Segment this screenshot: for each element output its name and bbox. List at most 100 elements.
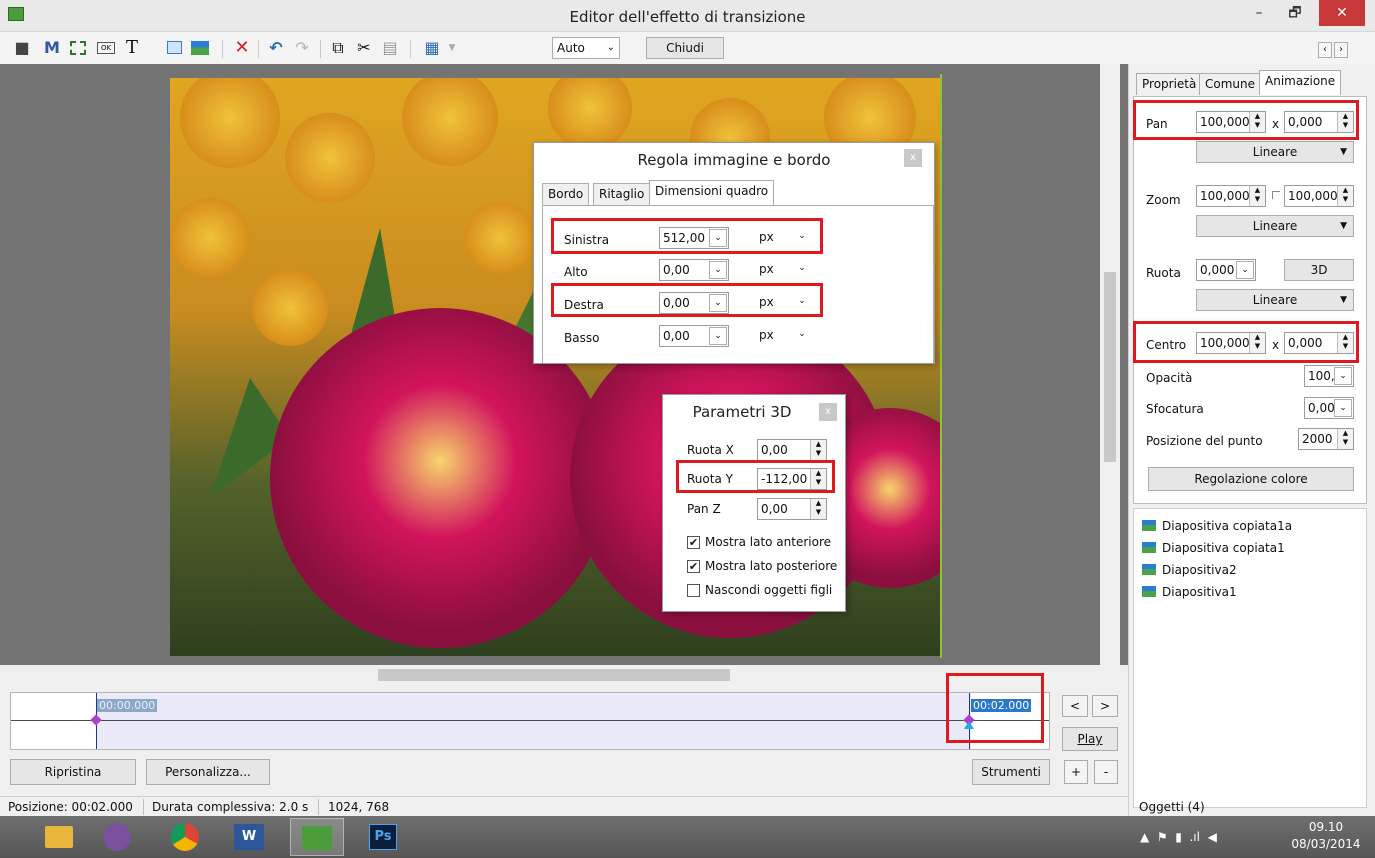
zoom-in-button[interactable]: + (1064, 760, 1088, 784)
top-input[interactable]: 0,00 ⌄ (659, 259, 729, 281)
bottom-unit-select[interactable]: px ⌄ (756, 325, 812, 347)
redo-icon[interactable]: ↷ (292, 38, 312, 58)
pan-interp-select[interactable]: Lineare ▼ (1196, 141, 1354, 163)
bottom-input[interactable]: 0,00 ⌄ (659, 325, 729, 347)
list-item[interactable]: Diapositiva2 (1142, 563, 1237, 577)
spin-icon[interactable]: ▲ ▼ (1337, 186, 1353, 206)
viber-icon[interactable] (90, 818, 144, 856)
scroll-thumb[interactable] (1104, 272, 1116, 462)
photoshop-icon[interactable]: Ps (356, 818, 410, 856)
pte-app-icon[interactable] (290, 818, 344, 856)
tab-proprieta[interactable]: Proprietà (1136, 73, 1203, 95)
chevron-down-icon[interactable]: ⌄ (709, 261, 727, 279)
chevron-down-icon[interactable]: ⌄ (709, 327, 727, 345)
list-item[interactable]: Diapositiva copiata1a (1142, 519, 1292, 533)
timeline[interactable]: 00:00.000 00:02.000 (10, 692, 1050, 750)
tab-animazione[interactable]: Animazione (1259, 70, 1342, 95)
reset-button[interactable]: Ripristina (10, 759, 136, 785)
show-front-label: Mostra lato anteriore (705, 535, 832, 549)
window-title: Editor dell'effetto di transizione (569, 8, 806, 26)
minimize-button[interactable]: – (1241, 0, 1277, 26)
undo-icon[interactable]: ↶ (266, 38, 286, 58)
camera-icon[interactable]: ■ (12, 38, 32, 58)
word-icon[interactable]: W (222, 818, 276, 856)
rotate-x-input[interactable]: 0,00 ▲ ▼ (757, 439, 827, 461)
spin-icon[interactable]: ▲ ▼ (1337, 429, 1353, 449)
toolbar-separator (258, 40, 259, 58)
color-adjust-button[interactable]: Regolazione colore (1148, 467, 1354, 491)
chevron-down-icon[interactable]: ⌄ (1334, 367, 1352, 385)
highlight-box (1133, 321, 1359, 363)
opacity-input[interactable]: 100,0 ⌄ (1304, 365, 1354, 387)
chevron-down-icon[interactable]: ⌄ (1236, 261, 1254, 279)
rectangle-icon[interactable] (164, 38, 184, 58)
point-position-input[interactable]: 2000 ▲ ▼ (1298, 428, 1354, 450)
tab-bordo[interactable]: Bordo (542, 183, 590, 205)
dialog-close-button[interactable]: x (904, 149, 922, 167)
dialog-close-button[interactable]: x (819, 403, 837, 421)
next-button[interactable]: > (1092, 695, 1118, 717)
chevron-down-icon[interactable]: ⌄ (1334, 399, 1352, 417)
blur-input[interactable]: 0,00 ⌄ (1304, 397, 1354, 419)
frame-icon[interactable] (68, 38, 88, 58)
chevron-down-icon[interactable]: ⌄ (793, 260, 811, 278)
tab-dimensioni-quadro[interactable]: Dimensioni quadro (649, 180, 775, 205)
tools-button[interactable]: Strumenti (972, 759, 1050, 785)
close-button[interactable]: Chiudi (646, 37, 724, 59)
zoom-y-input[interactable]: 100,000 ▲ ▼ (1284, 185, 1354, 207)
chevron-down-icon[interactable]: ⌄ (793, 326, 811, 344)
nav-left-button[interactable]: ‹ (1318, 42, 1332, 58)
show-back-checkbox[interactable]: ✔ (687, 560, 700, 573)
zoom-select[interactable]: Auto ⌄ (552, 37, 620, 59)
paste-icon[interactable]: ▤ (380, 38, 400, 58)
top-unit-select[interactable]: px ⌄ (756, 259, 812, 281)
maximize-button[interactable]: 🗗 (1277, 0, 1313, 26)
copy-icon[interactable]: ⧉ (328, 38, 348, 58)
timeline-track[interactable] (96, 693, 971, 749)
close-window-button[interactable]: ✕ (1319, 0, 1365, 26)
prev-button[interactable]: < (1062, 695, 1088, 717)
3d-button[interactable]: 3D (1284, 259, 1354, 281)
zoom-interp-select[interactable]: Lineare ▼ (1196, 215, 1354, 237)
scroll-thumb[interactable] (378, 669, 730, 681)
pan-z-input[interactable]: 0,00 ▲ ▼ (757, 498, 827, 520)
ok-button-icon[interactable]: OK (96, 38, 116, 58)
text-icon[interactable]: T (122, 38, 142, 58)
tab-ritaglio[interactable]: Ritaglio (593, 183, 651, 205)
top-label: Alto (564, 265, 588, 279)
status-bar: Posizione: 00:02.000 Durata complessiva:… (0, 796, 1128, 816)
tab-comune[interactable]: Comune (1199, 73, 1262, 95)
image-icon[interactable] (190, 38, 210, 58)
play-button[interactable]: Play (1062, 727, 1118, 751)
vertical-scrollbar[interactable] (1100, 64, 1120, 665)
spin-icon[interactable]: ▲ ▼ (810, 440, 826, 460)
file-explorer-icon[interactable] (32, 818, 86, 856)
grid-dropdown-icon[interactable]: ▼ (442, 38, 462, 58)
tray-icons[interactable]: ▲ ⚑ ▮ .ıl ◀ (1140, 830, 1217, 844)
grid-icon[interactable]: ▦ (422, 38, 442, 58)
point-position-label: Posizione del punto (1146, 434, 1263, 448)
transform-handle-line[interactable] (940, 74, 942, 658)
hide-children-checkbox[interactable] (687, 584, 700, 597)
spin-icon[interactable]: ▲ ▼ (810, 499, 826, 519)
delete-icon[interactable]: ✕ (232, 38, 252, 58)
show-front-checkbox[interactable]: ✔ (687, 536, 700, 549)
list-item[interactable]: Diapositiva copiata1 (1142, 541, 1285, 555)
zoom-x-input[interactable]: 100,000 ▲ ▼ (1196, 185, 1266, 207)
rotate-label: Ruota (1146, 266, 1181, 280)
cut-icon[interactable]: ✂ (354, 38, 374, 58)
spin-icon[interactable]: ▲ ▼ (1249, 186, 1265, 206)
nav-right-button[interactable]: › (1334, 42, 1348, 58)
bottom-label: Basso (564, 331, 600, 345)
rotate-interp-select[interactable]: Lineare ▼ (1196, 289, 1354, 311)
status-separator (143, 799, 144, 815)
zoom-out-button[interactable]: - (1094, 760, 1118, 784)
link-icon[interactable] (1272, 191, 1280, 199)
list-item[interactable]: Diapositiva1 (1142, 585, 1237, 599)
chrome-icon[interactable] (158, 818, 212, 856)
rotate-input[interactable]: 0,000 ⌄ (1196, 259, 1256, 281)
mask-icon[interactable]: M (42, 38, 62, 58)
status-size: 1024, 768 (328, 800, 390, 814)
customize-button[interactable]: Personalizza... (146, 759, 270, 785)
slide-icon (1142, 520, 1156, 531)
